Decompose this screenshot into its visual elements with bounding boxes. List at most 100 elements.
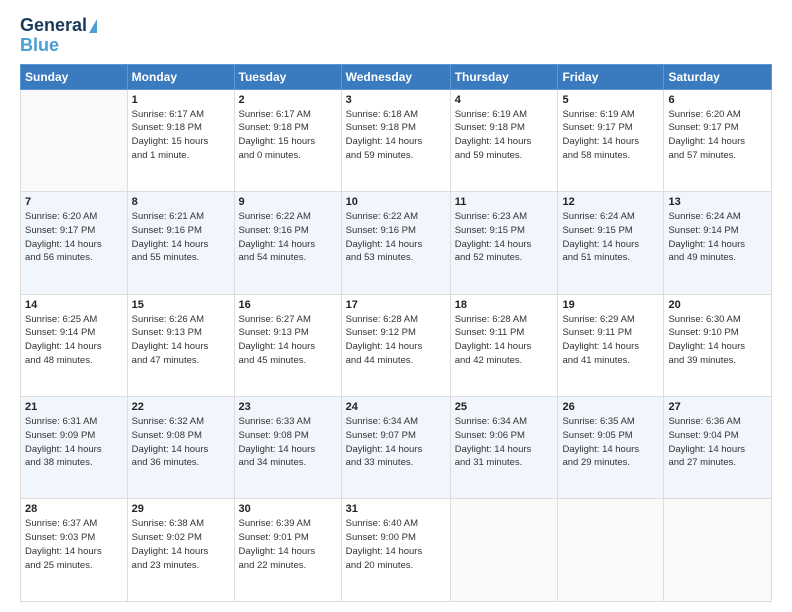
calendar-cell: 28 Sunrise: 6:37 AM Sunset: 9:03 PM Dayli… [21, 499, 128, 602]
day-info: Sunrise: 6:39 AM Sunset: 9:01 PM Dayligh… [239, 517, 337, 572]
calendar-cell: 18 Sunrise: 6:28 AM Sunset: 9:11 PM Dayli… [450, 294, 558, 396]
day-info: Sunrise: 6:26 AM Sunset: 9:13 PM Dayligh… [132, 313, 230, 368]
calendar-cell: 13 Sunrise: 6:24 AM Sunset: 9:14 PM Dayli… [664, 192, 772, 294]
calendar-cell [558, 499, 664, 602]
day-info: Sunrise: 6:19 AM Sunset: 9:17 PM Dayligh… [562, 108, 659, 163]
weekday-header-saturday: Saturday [664, 64, 772, 89]
day-number: 21 [25, 401, 123, 413]
day-number: 31 [346, 503, 446, 515]
day-number: 14 [25, 299, 123, 311]
calendar-cell: 20 Sunrise: 6:30 AM Sunset: 9:10 PM Dayli… [664, 294, 772, 396]
day-info: Sunrise: 6:32 AM Sunset: 9:08 PM Dayligh… [132, 415, 230, 470]
day-number: 2 [239, 94, 337, 106]
day-info: Sunrise: 6:19 AM Sunset: 9:18 PM Dayligh… [455, 108, 554, 163]
calendar-cell [664, 499, 772, 602]
day-number: 15 [132, 299, 230, 311]
day-info: Sunrise: 6:20 AM Sunset: 9:17 PM Dayligh… [668, 108, 767, 163]
day-number: 5 [562, 94, 659, 106]
calendar-cell: 1 Sunrise: 6:17 AM Sunset: 9:18 PM Daylig… [127, 89, 234, 191]
calendar-cell: 12 Sunrise: 6:24 AM Sunset: 9:15 PM Dayli… [558, 192, 664, 294]
day-info: Sunrise: 6:38 AM Sunset: 9:02 PM Dayligh… [132, 517, 230, 572]
day-number: 28 [25, 503, 123, 515]
day-number: 22 [132, 401, 230, 413]
calendar-cell: 23 Sunrise: 6:33 AM Sunset: 9:08 PM Dayli… [234, 397, 341, 499]
day-info: Sunrise: 6:18 AM Sunset: 9:18 PM Dayligh… [346, 108, 446, 163]
day-number: 11 [455, 196, 554, 208]
calendar-week-row: 14 Sunrise: 6:25 AM Sunset: 9:14 PM Dayli… [21, 294, 772, 396]
day-number: 30 [239, 503, 337, 515]
day-info: Sunrise: 6:17 AM Sunset: 9:18 PM Dayligh… [239, 108, 337, 163]
calendar-cell: 14 Sunrise: 6:25 AM Sunset: 9:14 PM Dayli… [21, 294, 128, 396]
calendar-cell: 8 Sunrise: 6:21 AM Sunset: 9:16 PM Daylig… [127, 192, 234, 294]
day-number: 18 [455, 299, 554, 311]
day-number: 27 [668, 401, 767, 413]
calendar-week-row: 7Sunrise: 6:20 AM Sunset: 9:17 PM Daylig… [21, 192, 772, 294]
calendar-cell: 26 Sunrise: 6:35 AM Sunset: 9:05 PM Dayli… [558, 397, 664, 499]
day-info: Sunrise: 6:27 AM Sunset: 9:13 PM Dayligh… [239, 313, 337, 368]
logo-text-general: General [20, 16, 87, 36]
day-info: Sunrise: 6:17 AM Sunset: 9:18 PM Dayligh… [132, 108, 230, 163]
calendar-cell: 31 Sunrise: 6:40 AM Sunset: 9:00 PM Dayli… [341, 499, 450, 602]
calendar-cell: 11Sunrise: 6:23 AM Sunset: 9:15 PM Dayli… [450, 192, 558, 294]
weekday-header-thursday: Thursday [450, 64, 558, 89]
day-number: 13 [668, 196, 767, 208]
day-number: 16 [239, 299, 337, 311]
day-number: 12 [562, 196, 659, 208]
day-number: 6 [668, 94, 767, 106]
calendar-cell: 22 Sunrise: 6:32 AM Sunset: 9:08 PM Dayli… [127, 397, 234, 499]
calendar-cell: 10Sunrise: 6:22 AM Sunset: 9:16 PM Dayli… [341, 192, 450, 294]
day-info: Sunrise: 6:36 AM Sunset: 9:04 PM Dayligh… [668, 415, 767, 470]
calendar-cell: 29 Sunrise: 6:38 AM Sunset: 9:02 PM Dayli… [127, 499, 234, 602]
day-number: 7 [25, 196, 123, 208]
header: General Blue [20, 16, 772, 56]
calendar-cell: 19Sunrise: 6:29 AM Sunset: 9:11 PM Dayli… [558, 294, 664, 396]
day-number: 23 [239, 401, 337, 413]
calendar-cell: 24 Sunrise: 6:34 AM Sunset: 9:07 PM Dayli… [341, 397, 450, 499]
day-info: Sunrise: 6:24 AM Sunset: 9:15 PM Dayligh… [562, 210, 659, 265]
logo: General Blue [20, 16, 97, 56]
day-info: Sunrise: 6:31 AM Sunset: 9:09 PM Dayligh… [25, 415, 123, 470]
day-info: Sunrise: 6:28 AM Sunset: 9:12 PM Dayligh… [346, 313, 446, 368]
day-info: Sunrise: 6:22 AM Sunset: 9:16 PM Dayligh… [346, 210, 446, 265]
day-info: Sunrise: 6:40 AM Sunset: 9:00 PM Dayligh… [346, 517, 446, 572]
calendar-cell: 25Sunrise: 6:34 AM Sunset: 9:06 PM Dayli… [450, 397, 558, 499]
day-number: 1 [132, 94, 230, 106]
day-number: 17 [346, 299, 446, 311]
day-info: Sunrise: 6:30 AM Sunset: 9:10 PM Dayligh… [668, 313, 767, 368]
day-info: Sunrise: 6:35 AM Sunset: 9:05 PM Dayligh… [562, 415, 659, 470]
day-number: 3 [346, 94, 446, 106]
day-number: 20 [668, 299, 767, 311]
calendar-cell: 30 Sunrise: 6:39 AM Sunset: 9:01 PM Dayli… [234, 499, 341, 602]
day-number: 8 [132, 196, 230, 208]
day-info: Sunrise: 6:21 AM Sunset: 9:16 PM Dayligh… [132, 210, 230, 265]
calendar-cell: 27 Sunrise: 6:36 AM Sunset: 9:04 PM Dayli… [664, 397, 772, 499]
day-info: Sunrise: 6:34 AM Sunset: 9:07 PM Dayligh… [346, 415, 446, 470]
calendar-cell [450, 499, 558, 602]
calendar-cell: 6 Sunrise: 6:20 AM Sunset: 9:17 PM Daylig… [664, 89, 772, 191]
calendar-cell: 17 Sunrise: 6:28 AM Sunset: 9:12 PM Dayli… [341, 294, 450, 396]
calendar-week-row: 1 Sunrise: 6:17 AM Sunset: 9:18 PM Daylig… [21, 89, 772, 191]
calendar-cell: 3 Sunrise: 6:18 AM Sunset: 9:18 PM Daylig… [341, 89, 450, 191]
day-info: Sunrise: 6:33 AM Sunset: 9:08 PM Dayligh… [239, 415, 337, 470]
day-number: 24 [346, 401, 446, 413]
calendar-table: SundayMondayTuesdayWednesdayThursdayFrid… [20, 64, 772, 602]
day-info: Sunrise: 6:28 AM Sunset: 9:11 PM Dayligh… [455, 313, 554, 368]
weekday-header-row: SundayMondayTuesdayWednesdayThursdayFrid… [21, 64, 772, 89]
calendar-cell: 16 Sunrise: 6:27 AM Sunset: 9:13 PM Dayli… [234, 294, 341, 396]
day-info: Sunrise: 6:25 AM Sunset: 9:14 PM Dayligh… [25, 313, 123, 368]
calendar-cell: 21 Sunrise: 6:31 AM Sunset: 9:09 PM Dayli… [21, 397, 128, 499]
logo-triangle-icon [89, 19, 97, 33]
day-info: Sunrise: 6:34 AM Sunset: 9:06 PM Dayligh… [455, 415, 554, 470]
calendar-week-row: 21 Sunrise: 6:31 AM Sunset: 9:09 PM Dayli… [21, 397, 772, 499]
calendar-week-row: 28 Sunrise: 6:37 AM Sunset: 9:03 PM Dayli… [21, 499, 772, 602]
day-info: Sunrise: 6:24 AM Sunset: 9:14 PM Dayligh… [668, 210, 767, 265]
day-number: 9 [239, 196, 337, 208]
day-info: Sunrise: 6:37 AM Sunset: 9:03 PM Dayligh… [25, 517, 123, 572]
day-number: 29 [132, 503, 230, 515]
calendar-cell: 7Sunrise: 6:20 AM Sunset: 9:17 PM Daylig… [21, 192, 128, 294]
calendar-cell: 4Sunrise: 6:19 AM Sunset: 9:18 PM Daylig… [450, 89, 558, 191]
weekday-header-wednesday: Wednesday [341, 64, 450, 89]
calendar-cell: 9Sunrise: 6:22 AM Sunset: 9:16 PM Daylig… [234, 192, 341, 294]
day-number: 26 [562, 401, 659, 413]
weekday-header-tuesday: Tuesday [234, 64, 341, 89]
